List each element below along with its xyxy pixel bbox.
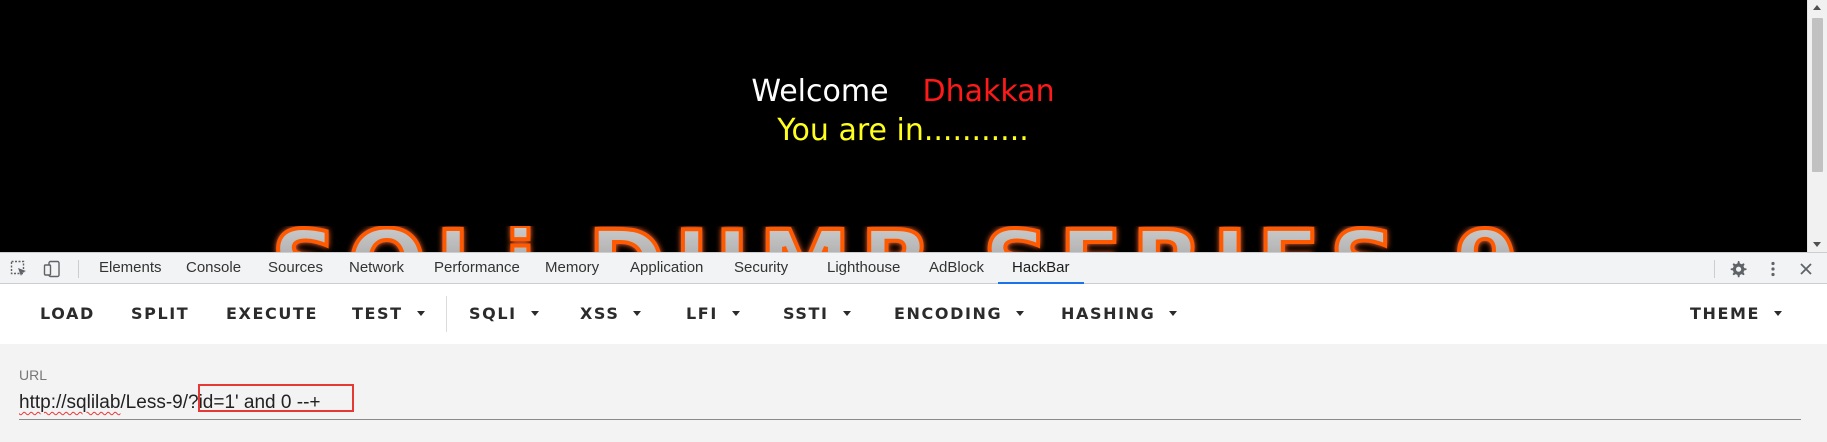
tab-lighthouse[interactable]: Lighthouse <box>827 253 900 284</box>
theme-label: THEME <box>1690 304 1761 323</box>
chevron-down-icon <box>530 310 539 316</box>
chevron-down-icon <box>842 310 851 316</box>
test-menu-button[interactable]: TEST <box>352 284 425 344</box>
toolbar-divider <box>78 260 79 278</box>
status-message: You are in........... <box>777 113 1029 148</box>
split-button[interactable]: SPLIT <box>131 284 189 344</box>
welcome-label: Welcome <box>751 74 889 109</box>
url-path: /Less-9 <box>120 392 183 413</box>
execute-label: EXECUTE <box>226 304 318 323</box>
chevron-down-icon <box>731 310 740 316</box>
tab-performance[interactable]: Performance <box>434 253 520 284</box>
tab-elements[interactable]: Elements <box>99 253 162 284</box>
url-host: http://sqlilab <box>19 392 121 413</box>
toolbar-divider <box>446 296 447 332</box>
more-options-icon[interactable] <box>1764 260 1782 278</box>
split-label: SPLIT <box>131 304 190 323</box>
user-name: Dhakkan <box>922 74 1055 109</box>
encoding-menu-button[interactable]: ENCODING <box>894 284 1025 344</box>
close-icon[interactable] <box>1797 260 1815 278</box>
payload-highlight-box <box>198 384 354 412</box>
encoding-label: ENCODING <box>894 304 1003 323</box>
hashing-menu-button[interactable]: HASHING <box>1061 284 1178 344</box>
chevron-down-icon <box>416 310 425 316</box>
welcome-line: Welcome Dhakkan <box>0 74 1806 109</box>
gear-icon[interactable] <box>1729 260 1747 278</box>
ssti-menu-button[interactable]: SSTI <box>783 284 851 344</box>
hashing-label: HASHING <box>1061 304 1156 323</box>
chevron-down-icon <box>1774 310 1783 316</box>
chevron-down-icon <box>1016 310 1025 316</box>
scrollbar-thumb[interactable] <box>1812 18 1823 172</box>
tab-network[interactable]: Network <box>349 253 404 284</box>
lfi-label: LFI <box>686 304 718 323</box>
tab-security[interactable]: Security <box>734 253 788 284</box>
lfi-menu-button[interactable]: LFI <box>686 284 740 344</box>
banner-image: SQLi DUMB SERIES-9 <box>270 226 1529 252</box>
url-section: URL http://sqlilab/Less-9/?id=1' and 0 -… <box>0 344 1827 442</box>
tab-memory[interactable]: Memory <box>545 253 599 284</box>
tab-console[interactable]: Console <box>186 253 241 284</box>
devtools-panel: Elements Console Sources Network Perform… <box>0 252 1827 442</box>
url-label: URL <box>19 367 48 383</box>
tab-sources[interactable]: Sources <box>268 253 323 284</box>
tab-adblock[interactable]: AdBlock <box>929 253 984 284</box>
load-label: LOAD <box>40 304 95 323</box>
xss-label: XSS <box>580 304 620 323</box>
devtools-tab-bar: Elements Console Sources Network Perform… <box>0 252 1827 284</box>
sqli-label: SQLI <box>469 304 517 323</box>
page-scrollbar[interactable] <box>1807 0 1827 252</box>
test-label: TEST <box>352 304 403 323</box>
ssti-label: SSTI <box>783 304 829 323</box>
page-viewport: Welcome Dhakkan You are in........... SQL… <box>0 0 1827 252</box>
chevron-down-icon <box>1169 310 1178 316</box>
theme-menu-button[interactable]: THEME <box>1690 284 1783 344</box>
tab-hackbar[interactable]: HackBar <box>998 253 1083 284</box>
load-button[interactable]: LOAD <box>40 284 95 344</box>
scroll-up-arrow-icon[interactable] <box>1813 5 1821 10</box>
device-toolbar-icon[interactable] <box>43 260 61 278</box>
toolbar-divider-right <box>1714 260 1715 278</box>
hackbar-toolbar: LOAD SPLIT EXECUTE TEST SQLI XSS LFI SST… <box>0 284 1827 344</box>
inspect-element-icon[interactable] <box>10 260 28 278</box>
svg-text:SQLi DUMB SERIES-9: SQLi DUMB SERIES-9 <box>272 226 1529 252</box>
tab-application[interactable]: Application <box>630 253 703 284</box>
scroll-down-arrow-icon[interactable] <box>1813 242 1821 247</box>
sqli-menu-button[interactable]: SQLI <box>469 284 539 344</box>
chevron-down-icon <box>633 310 642 316</box>
xss-menu-button[interactable]: XSS <box>580 284 642 344</box>
execute-button[interactable]: EXECUTE <box>226 284 318 344</box>
